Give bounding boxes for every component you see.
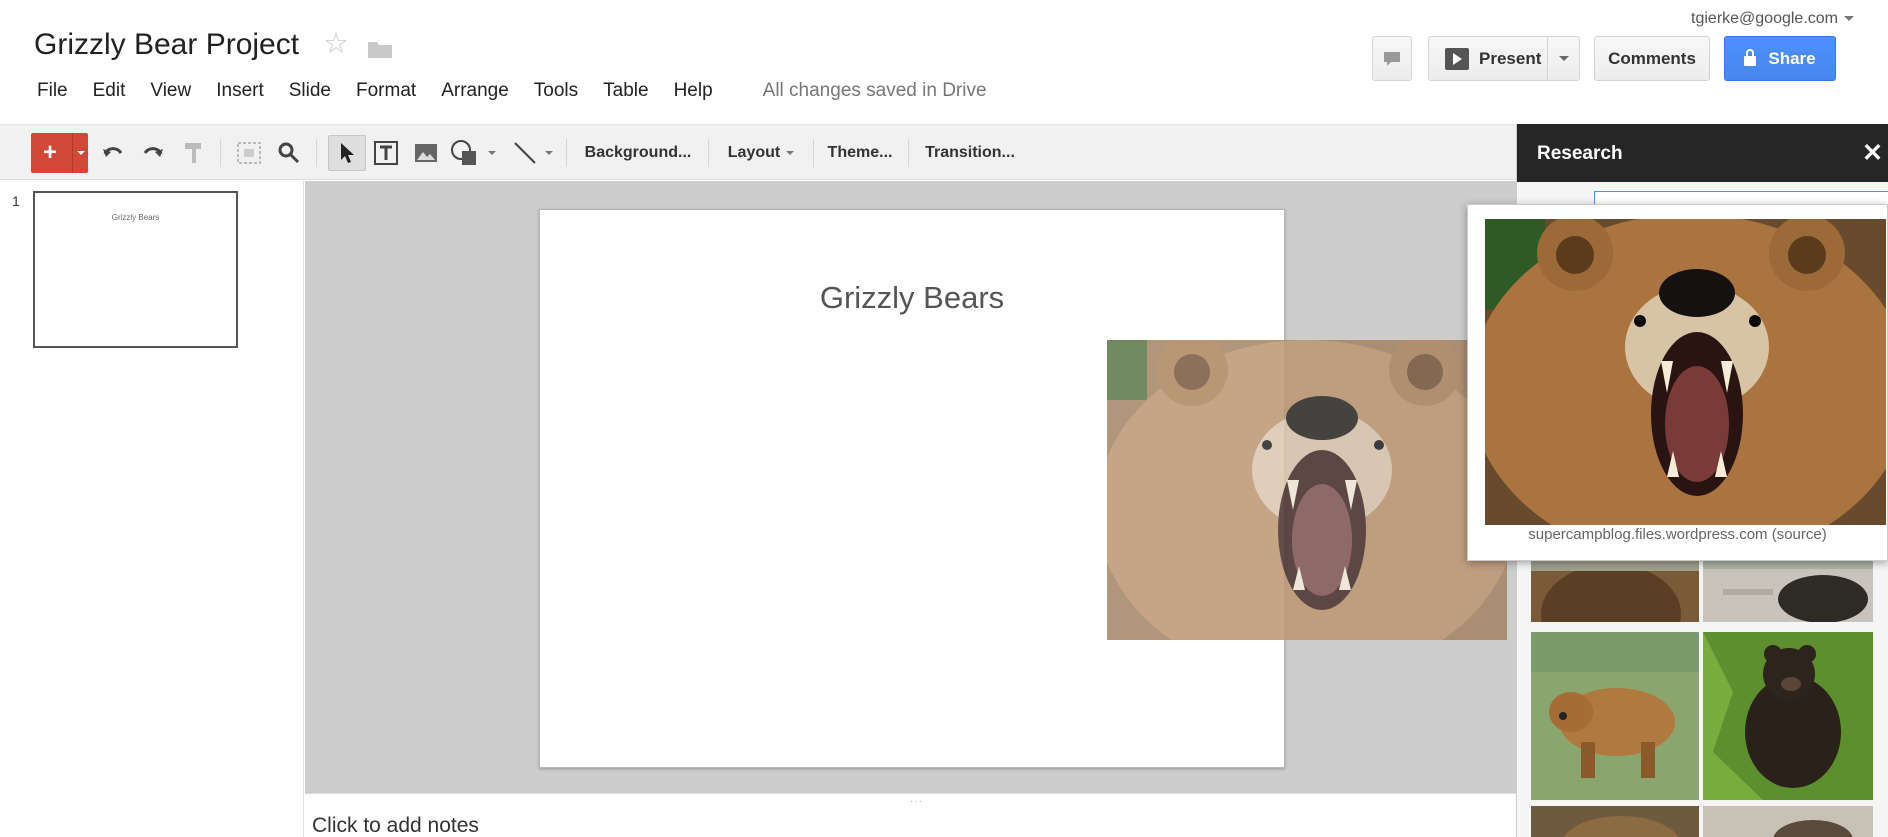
document-title[interactable]: Grizzly Bear Project (34, 28, 299, 62)
toolbar-divider (813, 139, 814, 167)
theme-label: Theme... (827, 144, 893, 161)
menu-arrange[interactable]: Arrange (441, 80, 509, 102)
preview-image[interactable] (1485, 219, 1886, 525)
chevron-down-icon (76, 151, 85, 155)
background-button[interactable]: Background... (578, 135, 698, 171)
slide-thumbnail[interactable]: Grizzly Bears (33, 191, 238, 348)
research-header: Research ✕ (1517, 124, 1888, 182)
chevron-down-icon (786, 151, 795, 155)
menu-format[interactable]: Format (356, 80, 416, 102)
undo-button[interactable] (98, 135, 128, 171)
zoom-fit-button[interactable] (233, 135, 265, 171)
select-tool-button[interactable] (328, 135, 366, 171)
image-button[interactable] (410, 135, 442, 171)
research-image-result[interactable] (1531, 632, 1699, 800)
lock-icon (1744, 48, 1757, 66)
line-button[interactable] (508, 135, 558, 171)
menu-bar: File Edit View Insert Slide Format Arran… (37, 80, 987, 102)
dragged-image[interactable] (1107, 340, 1507, 640)
chevron-down-icon (1558, 56, 1569, 61)
toolbar-divider (220, 139, 221, 167)
paint-format-button[interactable] (179, 135, 209, 171)
redo-icon (143, 147, 163, 157)
new-slide-button[interactable]: + (31, 133, 88, 173)
present-label: Present (1479, 48, 1542, 68)
line-icon (514, 142, 536, 164)
present-button[interactable]: Present (1428, 36, 1580, 81)
menu-edit[interactable]: Edit (93, 80, 126, 102)
zoom-fit-icon (237, 142, 261, 164)
transition-button[interactable]: Transition... (918, 135, 1022, 171)
toolbar-divider (708, 139, 709, 167)
image-icon (415, 144, 437, 162)
close-icon[interactable]: ✕ (1862, 138, 1883, 168)
star-icon[interactable]: ☆ (323, 30, 349, 59)
select-arrow-icon (341, 143, 354, 163)
menu-tools[interactable]: Tools (534, 80, 578, 102)
chevron-down-icon (545, 151, 553, 155)
notes-resize-handle[interactable]: ··· (910, 796, 923, 807)
share-label: Share (1768, 48, 1816, 68)
toolbar-divider (908, 139, 909, 167)
toolbar-divider (566, 139, 567, 167)
research-image-result[interactable] (1531, 559, 1699, 622)
speaker-notes[interactable]: ··· Click to add notes (305, 793, 1516, 837)
present-options-button[interactable] (1547, 37, 1579, 80)
research-image-result[interactable] (1703, 632, 1873, 800)
toolbar-divider (316, 139, 317, 167)
research-image-result[interactable] (1703, 806, 1873, 837)
layout-label: Layout (727, 144, 781, 161)
share-button[interactable]: Share (1724, 36, 1836, 81)
plus-icon: + (43, 139, 58, 166)
new-slide-options-button[interactable] (72, 133, 88, 173)
save-status[interactable]: All changes saved in Drive (763, 80, 987, 102)
notes-placeholder[interactable]: Click to add notes (312, 814, 479, 837)
research-image-result[interactable] (1703, 559, 1873, 622)
transition-label: Transition... (925, 144, 1015, 161)
slide-title-textbox[interactable]: Grizzly Bears (540, 280, 1284, 316)
background-label: Background... (584, 144, 692, 161)
chevron-down-icon (488, 151, 496, 155)
slide-thumbnail-title: Grizzly Bears (111, 213, 160, 222)
menu-table[interactable]: Table (603, 80, 648, 102)
textbox-icon (374, 141, 398, 165)
comment-toggle-button[interactable] (1372, 36, 1412, 81)
menu-slide[interactable]: Slide (289, 80, 331, 102)
toolbar: + Background... Layout Theme... Transiti… (0, 124, 1516, 180)
menu-help[interactable]: Help (674, 80, 713, 102)
research-title: Research (1537, 143, 1623, 164)
user-account-email[interactable]: tgierke@google.com (1691, 10, 1838, 28)
paint-format-icon (185, 143, 201, 163)
menu-file[interactable]: File (37, 80, 68, 102)
preview-source-caption[interactable]: supercampblog.files.wordpress.com (sourc… (1468, 526, 1887, 543)
image-preview-popup[interactable]: supercampblog.files.wordpress.com (sourc… (1467, 204, 1888, 561)
chevron-down-icon[interactable] (1844, 16, 1854, 21)
comments-button[interactable]: Comments (1594, 36, 1710, 81)
zoom-icon (278, 142, 300, 164)
comment-icon (1384, 51, 1400, 66)
folder-icon[interactable] (367, 39, 393, 59)
layout-button[interactable]: Layout (718, 135, 804, 171)
theme-button[interactable]: Theme... (822, 135, 898, 171)
redo-button[interactable] (138, 135, 168, 171)
undo-icon (103, 147, 123, 157)
zoom-button[interactable] (274, 135, 304, 171)
textbox-button[interactable] (370, 135, 402, 171)
menu-view[interactable]: View (150, 80, 191, 102)
play-icon (1445, 47, 1469, 70)
slide-number: 1 (12, 193, 20, 209)
research-image-result[interactable] (1531, 806, 1699, 837)
menu-insert[interactable]: Insert (216, 80, 264, 102)
shape-icon (451, 140, 476, 165)
shape-button[interactable] (448, 135, 498, 171)
